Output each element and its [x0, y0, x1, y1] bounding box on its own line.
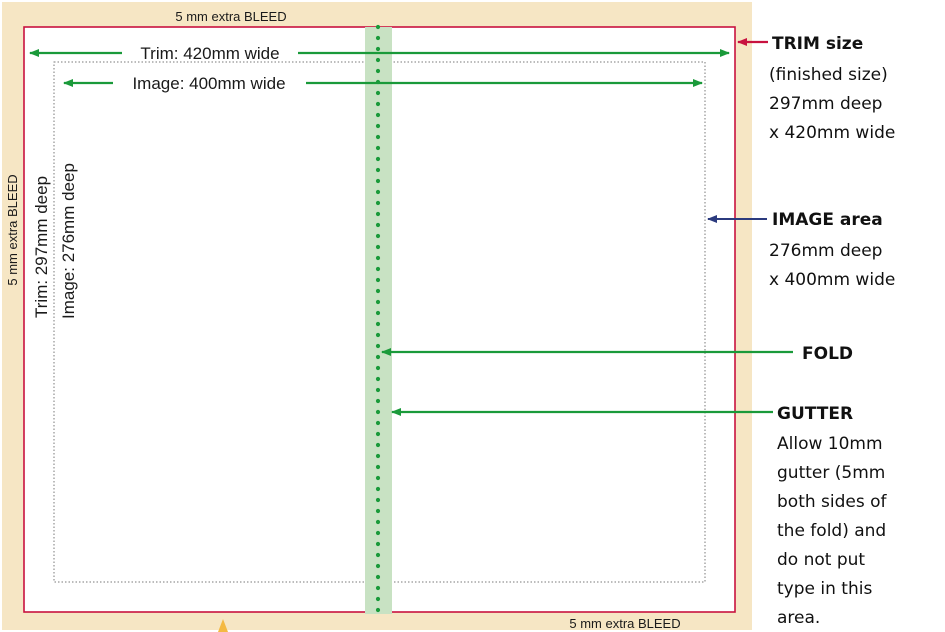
- fold-dot: [375, 541, 381, 547]
- image-depth-label: Image: 276mm deep: [59, 163, 78, 319]
- image-heading: IMAGE area: [772, 210, 883, 230]
- fold-dot: [375, 431, 381, 437]
- trim-width-label: Trim: 420mm wide: [140, 44, 279, 63]
- fold-dot: [375, 233, 381, 239]
- fold-dot: [375, 46, 381, 52]
- fold-dot: [375, 442, 381, 448]
- trim-depth-label: Trim: 297mm deep: [32, 176, 51, 318]
- fold-dot: [375, 376, 381, 382]
- fold-dot: [375, 299, 381, 305]
- fold-dot: [375, 112, 381, 118]
- fold-dot: [375, 530, 381, 536]
- gutter-line-5: do not put: [777, 550, 865, 570]
- bleed-bottom-label: 5 mm extra BLEED: [569, 616, 680, 631]
- fold-dot: [375, 244, 381, 250]
- gutter-heading: GUTTER: [777, 404, 853, 424]
- fold-dot: [375, 222, 381, 228]
- fold-dot: [375, 24, 381, 30]
- fold-dot: [375, 497, 381, 503]
- fold-dot: [375, 123, 381, 129]
- fold-dot: [375, 321, 381, 327]
- fold-dot: [375, 310, 381, 316]
- fold-dot: [375, 255, 381, 261]
- gutter-line-2: gutter (5mm: [777, 463, 885, 483]
- image-line-2: x 400mm wide: [769, 270, 895, 290]
- fold-dot: [375, 398, 381, 404]
- fold-dot: [375, 354, 381, 360]
- fold-dot: [375, 508, 381, 514]
- fold-heading: FOLD: [802, 344, 853, 364]
- fold-dot: [375, 486, 381, 492]
- trim-line-2: 297mm deep: [769, 94, 882, 114]
- fold-dot: [375, 266, 381, 272]
- fold-dot: [375, 57, 381, 63]
- fold-dot: [375, 35, 381, 41]
- fold-dot: [375, 607, 381, 613]
- fold-dot: [375, 211, 381, 217]
- fold-dot: [375, 420, 381, 426]
- fold-dot: [375, 464, 381, 470]
- fold-dot: [375, 585, 381, 591]
- fold-dot: [375, 156, 381, 162]
- fold-dot: [375, 519, 381, 525]
- gutter-line-4: the fold) and: [777, 521, 886, 541]
- fold-dot: [375, 101, 381, 107]
- trim-line-1: (finished size): [769, 65, 888, 85]
- fold-dot: [375, 563, 381, 569]
- fold-dot: [375, 475, 381, 481]
- fold-dot: [375, 90, 381, 96]
- trim-heading: TRIM size: [772, 34, 863, 54]
- fold-dot: [375, 552, 381, 558]
- fold-dot: [375, 387, 381, 393]
- gutter-line-7: area.: [777, 608, 820, 628]
- fold-dot: [375, 343, 381, 349]
- fold-dot: [375, 167, 381, 173]
- fold-dot: [375, 574, 381, 580]
- fold-dot: [375, 145, 381, 151]
- bleed-left-label: 5 mm extra BLEED: [5, 174, 20, 285]
- fold-dot: [375, 277, 381, 283]
- image-width-label: Image: 400mm wide: [132, 74, 285, 93]
- print-layout-diagram: 5 mm extra BLEED 5 mm extra BLEED 5 mm e…: [2, 2, 895, 632]
- trim-line-3: x 420mm wide: [769, 123, 895, 143]
- fold-dot: [375, 332, 381, 338]
- fold-dot: [375, 134, 381, 140]
- fold-dot: [375, 68, 381, 74]
- fold-dot: [375, 189, 381, 195]
- fold-dot: [375, 200, 381, 206]
- fold-dot: [375, 178, 381, 184]
- gutter-line-1: Allow 10mm: [777, 434, 883, 454]
- bleed-top-label: 5 mm extra BLEED: [175, 9, 286, 24]
- fold-dot: [375, 288, 381, 294]
- fold-dot: [375, 365, 381, 371]
- fold-dot: [375, 409, 381, 415]
- gutter-line-6: type in this: [777, 579, 872, 599]
- gutter-line-3: both sides of: [777, 492, 888, 512]
- image-line-1: 276mm deep: [769, 241, 882, 261]
- fold-dot: [375, 596, 381, 602]
- fold-dot: [375, 453, 381, 459]
